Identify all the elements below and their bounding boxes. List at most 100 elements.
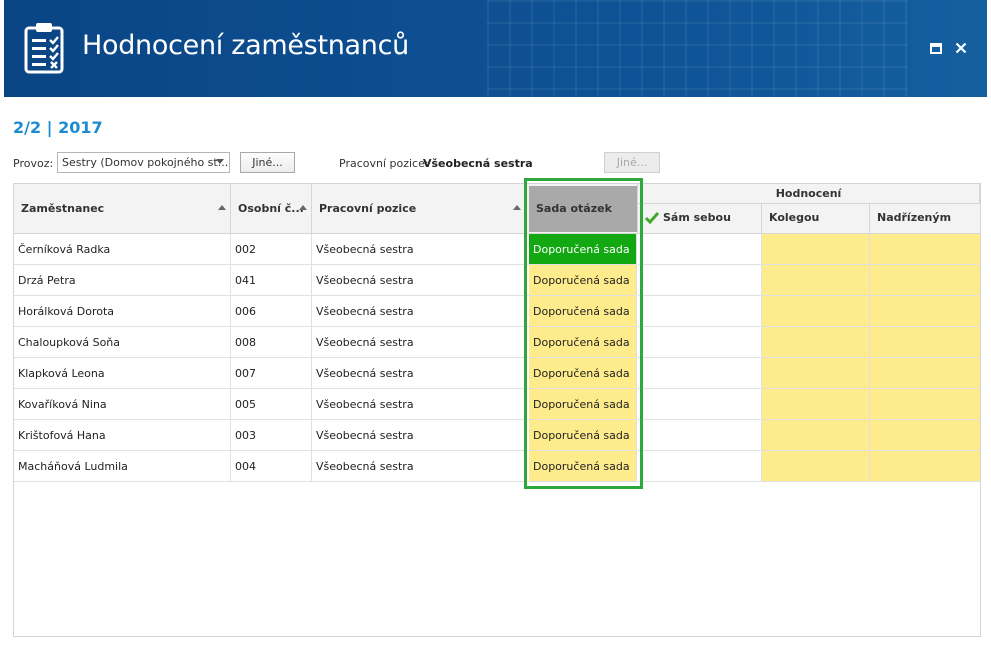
cell-personal-number: 008 xyxy=(231,327,312,358)
employee-grid: Zaměstnanec Osobní č... Pracovní pozice … xyxy=(13,183,981,637)
position-name: Všeobecná sestra xyxy=(316,398,414,411)
question-set-value: Doporučená sada xyxy=(533,398,630,411)
cell-question-set[interactable]: Doporučená sada xyxy=(529,420,637,451)
cell-personal-number: 007 xyxy=(231,358,312,389)
cell-question-set[interactable]: Doporučená sada xyxy=(529,234,637,265)
position-name: Všeobecná sestra xyxy=(316,460,414,473)
cell-colleague[interactable] xyxy=(762,389,870,420)
cell-self[interactable] xyxy=(638,451,762,482)
column-header-position-label: Pracovní pozice xyxy=(319,202,417,215)
column-header-supervisor-label: Nadřízeným xyxy=(877,211,952,224)
jine-provoz-button[interactable]: Jiné... xyxy=(240,152,295,173)
cell-position: Všeobecná sestra xyxy=(312,296,526,327)
column-header-employee-label: Zaměstnanec xyxy=(21,202,105,215)
cell-personal-number: 005 xyxy=(231,389,312,420)
title-bar: Hodnocení zaměstnanců xyxy=(4,0,987,97)
cell-question-set[interactable]: Doporučená sada xyxy=(529,327,637,358)
position-name: Všeobecná sestra xyxy=(316,274,414,287)
cell-colleague[interactable] xyxy=(762,358,870,389)
position-name: Všeobecná sestra xyxy=(316,305,414,318)
column-header-colleague[interactable]: Kolegou xyxy=(762,204,870,234)
table-row[interactable]: Chaloupková Soňa 008 Všeobecná sestra Do… xyxy=(14,327,980,358)
cell-personal-number: 006 xyxy=(231,296,312,327)
cell-self[interactable] xyxy=(638,296,762,327)
cell-colleague[interactable] xyxy=(762,265,870,296)
employee-name: Macháňová Ludmila xyxy=(18,460,128,473)
cell-self[interactable] xyxy=(638,265,762,296)
cell-employee: Horálková Dorota xyxy=(14,296,231,327)
personal-number: 004 xyxy=(235,460,256,473)
table-row[interactable]: Klapková Leona 007 Všeobecná sestra Dopo… xyxy=(14,358,980,389)
cell-self[interactable] xyxy=(638,327,762,358)
column-group-evaluation-label: Hodnocení xyxy=(775,187,842,200)
question-set-value: Doporučená sada xyxy=(533,274,630,287)
cell-employee: Kovaříková Nina xyxy=(14,389,231,420)
window-title: Hodnocení zaměstnanců xyxy=(82,30,409,61)
cell-self[interactable] xyxy=(638,358,762,389)
column-header-self-label: Sám sebou xyxy=(663,211,731,224)
personal-number: 003 xyxy=(235,429,256,442)
cell-employee: Krištofová Hana xyxy=(14,420,231,451)
cell-personal-number: 002 xyxy=(231,234,312,265)
cell-supervisor[interactable] xyxy=(870,451,980,482)
column-header-personal-number-label: Osobní č... xyxy=(238,202,304,215)
cell-colleague[interactable] xyxy=(762,234,870,265)
cell-self[interactable] xyxy=(638,420,762,451)
cell-question-set[interactable]: Doporučená sada xyxy=(529,358,637,389)
position-name: Všeobecná sestra xyxy=(316,336,414,349)
cell-colleague[interactable] xyxy=(762,296,870,327)
table-row[interactable]: Krištofová Hana 003 Všeobecná sestra Dop… xyxy=(14,420,980,451)
checkmark-icon xyxy=(645,212,659,224)
jine-position-button[interactable]: Jiné... xyxy=(604,152,660,173)
cell-personal-number: 041 xyxy=(231,265,312,296)
column-header-question-set[interactable]: Sada otázek xyxy=(529,186,637,232)
cell-self[interactable] xyxy=(638,389,762,420)
cell-question-set[interactable]: Doporučená sada xyxy=(529,451,637,482)
employee-name: Chaloupková Soňa xyxy=(18,336,121,349)
cell-question-set[interactable]: Doporučená sada xyxy=(529,389,637,420)
chevron-down-icon xyxy=(216,159,224,164)
question-set-value: Doporučená sada xyxy=(533,305,630,318)
employee-name: Krištofová Hana xyxy=(18,429,106,442)
provoz-label: Provoz: xyxy=(13,157,54,170)
cell-colleague[interactable] xyxy=(762,420,870,451)
position-value: Všeobecná sestra xyxy=(423,157,533,170)
cell-question-set[interactable]: Doporučená sada xyxy=(529,296,637,327)
cell-supervisor[interactable] xyxy=(870,234,980,265)
close-icon[interactable] xyxy=(953,40,969,56)
question-set-value: Doporučená sada xyxy=(533,429,630,442)
question-set-value: Doporučená sada xyxy=(533,336,630,349)
table-row[interactable]: Horálková Dorota 006 Všeobecná sestra Do… xyxy=(14,296,980,327)
cell-position: Všeobecná sestra xyxy=(312,234,526,265)
cell-colleague[interactable] xyxy=(762,327,870,358)
cell-colleague[interactable] xyxy=(762,451,870,482)
column-header-supervisor[interactable]: Nadřízeným xyxy=(870,204,980,234)
employee-name: Černíková Radka xyxy=(18,243,111,256)
cell-position: Všeobecná sestra xyxy=(312,358,526,389)
column-header-personal-number[interactable]: Osobní č... xyxy=(231,184,312,234)
cell-supervisor[interactable] xyxy=(870,389,980,420)
cell-supervisor[interactable] xyxy=(870,265,980,296)
table-row[interactable]: Macháňová Ludmila 004 Všeobecná sestra D… xyxy=(14,451,980,482)
cell-self[interactable] xyxy=(638,234,762,265)
provoz-dropdown[interactable]: Sestry (Domov pokojného st... xyxy=(57,152,230,173)
column-header-self[interactable]: Sám sebou xyxy=(638,204,762,234)
employee-name: Kovaříková Nina xyxy=(18,398,107,411)
cell-supervisor[interactable] xyxy=(870,420,980,451)
column-header-position[interactable]: Pracovní pozice xyxy=(312,184,526,234)
personal-number: 007 xyxy=(235,367,256,380)
cell-supervisor[interactable] xyxy=(870,296,980,327)
cell-personal-number: 004 xyxy=(231,451,312,482)
cell-question-set[interactable]: Doporučená sada xyxy=(529,265,637,296)
cell-employee: Drzá Petra xyxy=(14,265,231,296)
table-row[interactable]: Černíková Radka 002 Všeobecná sestra Dop… xyxy=(14,234,980,265)
table-row[interactable]: Kovaříková Nina 005 Všeobecná sestra Dop… xyxy=(14,389,980,420)
column-group-evaluation: Hodnocení xyxy=(638,184,980,204)
cell-supervisor[interactable] xyxy=(870,327,980,358)
cell-employee: Klapková Leona xyxy=(14,358,231,389)
column-header-employee[interactable]: Zaměstnanec xyxy=(14,184,231,234)
position-name: Všeobecná sestra xyxy=(316,367,414,380)
maximize-icon[interactable] xyxy=(928,40,944,56)
table-row[interactable]: Drzá Petra 041 Všeobecná sestra Doporuče… xyxy=(14,265,980,296)
cell-supervisor[interactable] xyxy=(870,358,980,389)
